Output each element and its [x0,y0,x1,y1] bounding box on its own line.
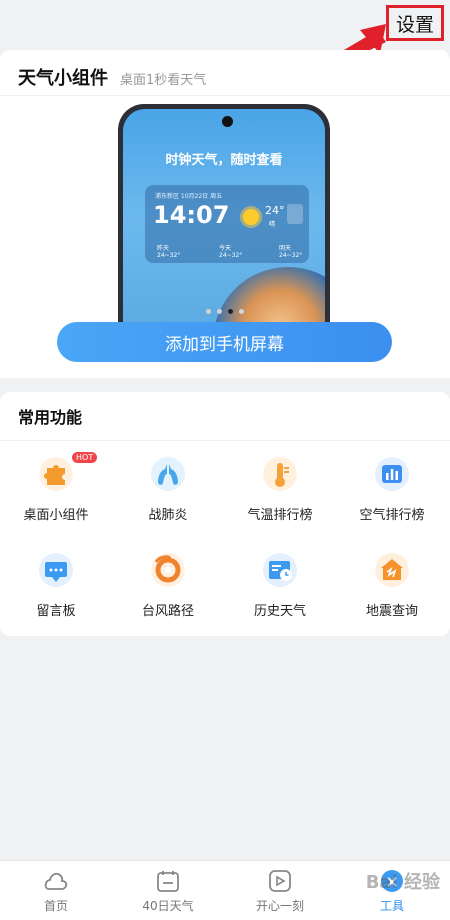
function-typhoon-path[interactable]: 台风路径 [112,542,224,632]
calendar-icon [157,871,179,892]
function-desktop-widget[interactable]: HOT 桌面小组件 [0,446,112,536]
section-title: 常用功能 [18,408,83,427]
tab-home[interactable]: 首页 [0,861,112,920]
common-functions-card: 常用功能 HOT 桌面小组件 战肺炎 气温排行榜 空气排行榜 留言板 台风路径 … [0,392,450,636]
widget-card: 天气小组件 桌面1秒看天气 时钟天气，随时查看 浦东新区 10月22日 周五 1… [0,50,450,378]
widget-condition: 晴 [269,221,276,228]
settings-button[interactable]: 设置 [386,5,444,41]
widget-temp: 24° [265,204,285,217]
function-label: 桌面小组件 [23,508,89,523]
watermark: Bai 经验 [365,872,440,893]
function-temperature-ranking[interactable]: 气温排行榜 [224,446,336,536]
carousel-dot-active [228,308,233,314]
tab-happy-moment[interactable]: 开心一刻 [224,861,336,920]
carousel-dot [239,308,244,314]
function-label: 气温排行榜 [247,508,313,523]
function-label: 留言板 [36,604,76,619]
lungs-icon [151,457,185,491]
add-to-home-screen-button[interactable]: 添加到手机屏幕 [57,322,392,362]
function-message-board[interactable]: 留言板 [0,542,112,632]
history-weather-icon [263,553,297,587]
widget-header: 天气小组件 桌面1秒看天气 [18,64,206,90]
carousel-dot [217,308,222,314]
typhoon-icon [151,553,185,587]
function-label: 台风路径 [141,604,194,619]
tab-label: 40日天气 [142,899,194,913]
widget-day-yesterday: 昨天 24~32° [157,245,181,259]
home-cloud-icon [44,872,68,890]
function-label: 历史天气 [253,604,306,619]
widget-location: 浦东新区 10月22日 周五 [155,193,223,200]
function-label: 空气排行榜 [359,508,425,523]
widget-day-tomorrow: 明天 24~32° [279,245,303,259]
function-history-weather[interactable]: 历史天气 [224,542,336,632]
tab-label: 首页 [43,899,68,913]
divider [0,440,450,441]
mini-weather-widget: 浦东新区 10月22日 周五 14:07 24° 晴 昨天 24~32° 今天 24… [145,185,309,263]
widget-time: 14:07 [153,201,230,229]
sun-icon [243,209,259,225]
camera-icon [222,116,233,127]
carousel-indicator [0,306,450,316]
function-fight-pneumonia[interactable]: 战肺炎 [112,446,224,536]
voice-icon [287,204,303,224]
function-air-ranking[interactable]: 空气排行榜 [336,446,448,536]
top-bar: 设置 [0,0,450,50]
earthquake-icon [375,553,409,587]
air-chart-icon [375,457,409,491]
tab-40-day-weather[interactable]: 40日天气 [112,861,224,920]
tab-label: 开心一刻 [255,899,304,913]
puzzle-icon [39,457,73,491]
widget-title: 天气小组件 [18,68,108,89]
preview-headline: 时钟天气，随时查看 [165,153,283,168]
function-earthquake-query[interactable]: 地震查询 [336,542,448,632]
widget-subtitle: 桌面1秒看天气 [120,73,207,88]
carousel-dot [206,308,211,314]
function-label: 地震查询 [365,604,418,619]
function-label: 战肺炎 [148,508,188,523]
widget-day-today: 今天 24~32° [219,245,243,259]
play-icon [269,870,291,892]
hot-badge: HOT [72,452,98,463]
message-board-icon [39,553,73,587]
tab-label: 工具 [379,899,404,913]
thermometer-icon [263,457,297,491]
